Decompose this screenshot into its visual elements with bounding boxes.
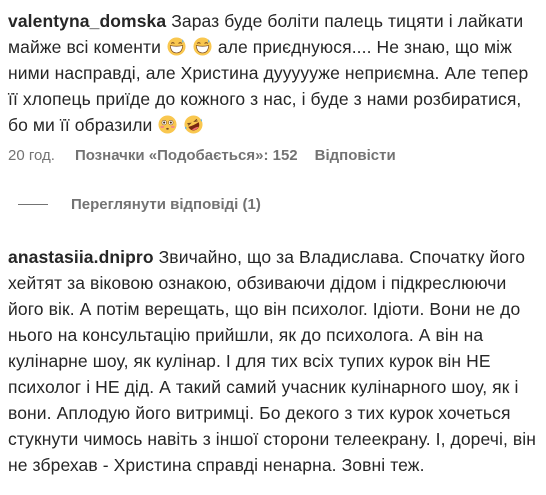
- flushed-face-emoji: [158, 115, 177, 134]
- reply-button[interactable]: Відповісти: [315, 147, 396, 164]
- comment-text: Звичайно, що за Владислава. Спочатку йог…: [8, 247, 537, 475]
- comment: anastasiia.dnipro Звичайно, що за Владисл…: [8, 244, 542, 478]
- view-replies-label: Переглянути відповіді (1): [71, 196, 261, 213]
- likes-count-link[interactable]: Позначки «Подобається»: 152: [75, 147, 298, 164]
- comment-body: anastasiia.dnipro Звичайно, що за Владисл…: [8, 244, 542, 478]
- comment-body: valentyna_domska Зараз буде боліти палець…: [8, 8, 542, 138]
- grinning-sweat-emoji: [193, 37, 212, 56]
- grinning-sweat-emoji: [167, 37, 186, 56]
- comment-meta: 20 год. Позначки «Подобається»: 152 Відп…: [8, 147, 396, 164]
- comment-timestamp: 20 год.: [8, 147, 55, 164]
- view-replies-button[interactable]: Переглянути відповіді (1): [18, 196, 261, 213]
- rolling-laughing-emoji: [184, 115, 203, 134]
- comment-username[interactable]: valentyna_domska: [8, 11, 166, 31]
- comment-username[interactable]: anastasiia.dnipro: [8, 247, 154, 267]
- divider: [18, 204, 48, 205]
- comment: valentyna_domska Зараз буде боліти палець…: [8, 8, 542, 138]
